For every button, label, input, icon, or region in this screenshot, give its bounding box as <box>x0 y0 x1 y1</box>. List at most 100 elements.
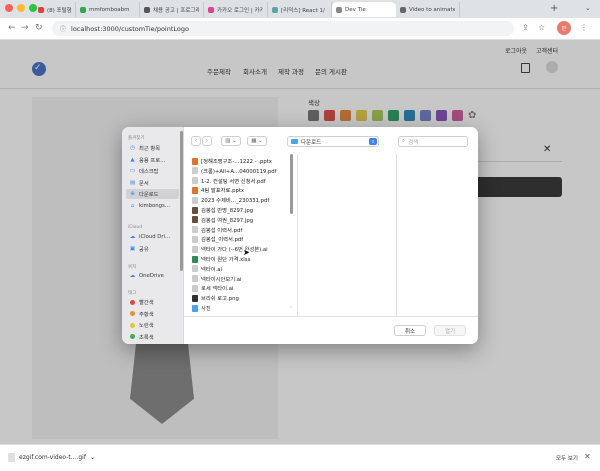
file-list-item[interactable]: 사진 <box>192 303 292 313</box>
file-icon <box>192 275 198 283</box>
open-button[interactable]: 열기 <box>434 325 466 336</box>
file-icon <box>192 235 198 243</box>
sidebar-item-label: 주황색 <box>139 311 154 318</box>
search-input[interactable]: ⌕ 검색 <box>398 136 468 147</box>
sidebar-item[interactable]: ⌂ kimbongs… <box>126 201 179 211</box>
sidebar-item[interactable]: 빨간색 <box>126 297 179 307</box>
sidebar-item[interactable]: ▣ 공유 <box>126 244 179 254</box>
chevron-right-icon: › <box>290 305 292 310</box>
close-icon[interactable]: ✕ <box>584 452 591 461</box>
tab-favicon-icon <box>272 6 278 13</box>
file-name: 김봉섭 여권_8297.jpg <box>201 217 254 224</box>
tab-favicon-icon <box>336 6 342 13</box>
sidebar-item[interactable]: ◷ 최근 항목 <box>126 143 179 153</box>
file-list-scrollbar[interactable] <box>290 154 293 214</box>
browser-tab[interactable]: 채용 공고 | 프로그래 <box>140 2 204 17</box>
back-button[interactable]: ‹ <box>191 136 201 146</box>
new-tab-button[interactable]: + <box>550 3 558 14</box>
file-list-item[interactable]: 넥타이시안보기.ai <box>192 274 292 284</box>
file-name: 넥타이.ai <box>201 266 223 273</box>
cloud-icon: ☁ <box>129 234 136 240</box>
view-mode-columns-button[interactable]: ▥ ⌄ <box>221 136 241 146</box>
file-list-item[interactable]: 넥타이.ai <box>192 264 292 274</box>
download-item[interactable]: ezgif.com-video-t....gif ⌄ <box>8 453 95 462</box>
back-arrow-icon[interactable]: ← <box>8 23 16 33</box>
download-icon: ⊕ <box>130 191 135 197</box>
file-icon <box>192 265 198 273</box>
file-list-item[interactable]: 김봉섭_이력서.pdf <box>192 234 292 244</box>
sidebar-item-label: 공유 <box>139 246 149 253</box>
sidebar-item-label: 문서 <box>139 180 149 187</box>
sidebar-item[interactable]: ▤ 문서 <box>126 178 179 188</box>
info-icon[interactable]: ⓘ <box>60 24 66 33</box>
file-name: 로세 넥타이.ai <box>201 286 234 293</box>
file-list-item[interactable]: 4팀 발표자료.pptx <box>192 185 292 195</box>
file-name: (크롬)+All+A…04000119.pdf <box>201 168 277 175</box>
sidebar-item-label: 초록색 <box>139 334 154 341</box>
sidebar-item-label: 최근 항목 <box>139 146 161 152</box>
file-list-item[interactable]: 브리쉬 로고.png <box>192 293 292 303</box>
location-select[interactable]: 다운로드 ⇕ <box>287 136 379 147</box>
file-list-item[interactable]: 로세 넥타이.ai <box>192 283 292 293</box>
file-icon <box>192 157 198 165</box>
close-window-button[interactable] <box>5 4 13 12</box>
sidebar-item[interactable]: 주황색 <box>126 309 179 319</box>
forward-arrow-icon[interactable]: → <box>21 23 29 33</box>
file-list-item[interactable]: (크롬)+All+A…04000119.pdf <box>192 166 292 176</box>
desktop-icon: ▭ <box>129 168 136 174</box>
chevron-updown-icon: ⇕ <box>369 138 377 145</box>
url-text: localhost:3000/customTie/pointLogo <box>71 24 189 33</box>
file-list-item[interactable]: 2023 수제비…_230331.pdf <box>192 195 292 205</box>
sidebar-item[interactable]: 노란색 <box>126 320 179 330</box>
file-list-item[interactable]: 1-2. 컨설팅 서면 신청서.pdf <box>192 176 292 186</box>
file-list-item[interactable]: 김봉섭 반명_8297.jpg <box>192 205 292 215</box>
sidebar-section-heading: iCloud <box>128 225 143 230</box>
file-list-item[interactable]: 넥타이 원단 가격.xlsx <box>192 254 292 264</box>
bookmark-star-icon[interactable]: ☆ <box>538 23 545 32</box>
address-bar[interactable]: ⓘ localhost:3000/customTie/pointLogo <box>52 21 514 36</box>
view-mode-grid-button[interactable]: ▦ ⌄ <box>247 136 267 146</box>
sidebar-item[interactable]: ☁ OneDrive <box>126 271 179 281</box>
browser-tab[interactable]: [리덕스] React 1/ <box>268 2 332 17</box>
dialog-toolbar: ‹ › ▥ ⌄ ▦ ⌄ 다운로드 ⇕ ⌕ 검색 <box>184 127 478 154</box>
sidebar-item[interactable]: ☁ iCloud Dri… <box>126 232 179 242</box>
tab-favicon-icon <box>38 6 44 13</box>
browser-tab[interactable]: (8) 포털형 메 × <box>34 2 76 17</box>
reload-icon[interactable]: ↻ <box>35 23 43 33</box>
sidebar-item[interactable]: ▲ 응용 프로… <box>126 155 179 165</box>
column-divider[interactable] <box>396 154 397 316</box>
folder-icon <box>291 139 298 144</box>
chevron-down-icon[interactable]: ⌄ <box>90 454 95 461</box>
sidebar-section-heading: 위치 <box>128 265 137 270</box>
cancel-button[interactable]: 취소 <box>394 325 426 336</box>
menu-dots-icon[interactable]: ⋮ <box>580 23 588 32</box>
sidebar-item[interactable]: 초록색 <box>126 332 179 342</box>
tag-dot-icon <box>130 311 135 316</box>
tab-label: Video to animated <box>409 6 455 13</box>
tab-search-icon[interactable]: ⌄ <box>585 4 591 12</box>
file-list-item[interactable]: [정해조명구조-…1222 - .pptx <box>192 156 292 166</box>
file-name: [정해조명구조-…1222 - .pptx <box>201 159 272 165</box>
forward-button[interactable]: › <box>202 136 212 146</box>
sidebar-scrollbar[interactable] <box>180 131 183 271</box>
sidebar-item-label: 다운로드 <box>139 192 159 198</box>
share-icon[interactable]: ⇪ <box>522 23 529 32</box>
file-list-item[interactable]: 김봉섭 이력서.pdf <box>192 225 292 235</box>
browser-tab[interactable]: Video to animated <box>396 2 460 17</box>
browser-tab[interactable]: 카카오 로그인 | 카카오 <box>204 2 268 17</box>
apps-icon: ▲ <box>130 156 135 163</box>
sidebar-item[interactable]: ▭ 데스크탑 <box>126 166 179 176</box>
tab-favicon-icon <box>144 6 150 13</box>
sidebar-item-label: 노란색 <box>139 323 154 329</box>
file-list-item[interactable]: 김봉섭 여권_8297.jpg <box>192 215 292 225</box>
show-all-downloads-button[interactable]: 모두 보기 <box>556 454 578 462</box>
cloud-icon: ☁ <box>129 273 136 279</box>
column-divider[interactable] <box>297 154 298 316</box>
file-name: 4팀 발표자료.pptx <box>201 188 245 195</box>
browser-tab[interactable]: Dev Tie <box>332 2 396 17</box>
file-list-item[interactable]: 넥타이 가다 (--6번 완성본).ai <box>192 244 292 254</box>
sidebar-item[interactable]: ⊕ 다운로드 <box>126 189 179 199</box>
profile-avatar[interactable]: 반 <box>557 21 571 35</box>
browser-tab[interactable]: mmfomboabm <box>76 2 140 17</box>
minimize-window-button[interactable] <box>17 4 25 12</box>
